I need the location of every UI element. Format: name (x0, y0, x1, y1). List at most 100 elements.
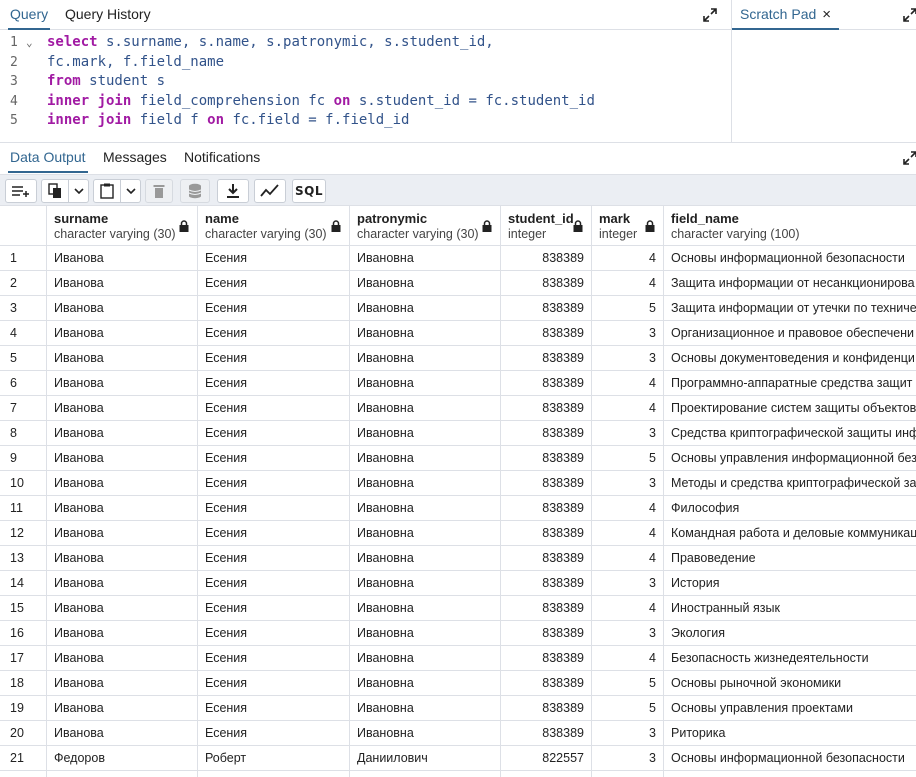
table-cell[interactable]: 838389 (501, 671, 592, 696)
table-row[interactable]: 11 Иванова Есения Ивановна 838389 4 Философия (0, 496, 916, 521)
table-cell[interactable]: Есения (198, 271, 350, 296)
table-row[interactable]: 19 Иванова Есения Ивановна 838389 5 Основы упр… (0, 696, 916, 721)
code-line[interactable]: 5 inner join field f on fc.field = f.fiel… (0, 111, 731, 131)
table-cell[interactable]: Иванова (47, 521, 198, 546)
table-cell[interactable]: 838389 (501, 496, 592, 521)
table-row[interactable]: 4 Иванова Есения Ивановна 838389 3 Организацио… (0, 321, 916, 346)
table-cell[interactable]: 838389 (501, 246, 592, 271)
tab-scratch-pad[interactable]: Scratch Pad × (732, 0, 840, 30)
row-number[interactable] (0, 771, 47, 777)
table-row[interactable]: 7 Иванова Есения Ивановна 838389 4 Проектирова… (0, 396, 916, 421)
table-cell[interactable]: Ивановна (350, 646, 501, 671)
table-row[interactable]: 5 Иванова Есения Ивановна 838389 3 Основы доку… (0, 346, 916, 371)
table-cell[interactable]: Ивановна (350, 346, 501, 371)
row-number[interactable]: 6 (0, 371, 47, 396)
table-cell[interactable]: Иванова (47, 671, 198, 696)
table-cell[interactable]: Иванова (47, 721, 198, 746)
table-row[interactable]: 3 Иванова Есения Ивановна 838389 5 Защита инфо… (0, 296, 916, 321)
table-cell[interactable]: Ивановна (350, 696, 501, 721)
table-cell[interactable]: 838389 (501, 621, 592, 646)
table-row[interactable]: 10 Иванова Есения Ивановна 838389 3 Методы и с… (0, 471, 916, 496)
graph-visualiser-button[interactable] (254, 179, 286, 203)
table-cell[interactable]: Ивановна (350, 446, 501, 471)
row-number[interactable]: 10 (0, 471, 47, 496)
table-cell[interactable]: Основы рыночной экономики (664, 671, 916, 696)
tab-query[interactable]: Query (8, 0, 51, 30)
table-cell[interactable]: 838389 (501, 446, 592, 471)
table-cell[interactable]: Ивановна (350, 321, 501, 346)
table-cell[interactable]: Федоров (47, 746, 198, 771)
table-cell[interactable]: Ивановна (350, 421, 501, 446)
table-row[interactable]: 12 Иванова Есения Ивановна 838389 4 Командная … (0, 521, 916, 546)
table-cell[interactable]: Есения (198, 646, 350, 671)
table-row[interactable]: 1 Иванова Есения Ивановна 838389 4 Основы инфо… (0, 246, 916, 271)
table-cell[interactable]: Защита информации от утечки по техниче (664, 296, 916, 321)
table-cell[interactable]: Есения (198, 346, 350, 371)
table-row[interactable]: 17 Иванова Есения Ивановна 838389 4 Безопаснос… (0, 646, 916, 671)
row-number[interactable]: 9 (0, 446, 47, 471)
table-cell[interactable]: Иванова (47, 421, 198, 446)
row-number[interactable]: 21 (0, 746, 47, 771)
table-cell[interactable]: 3 (592, 746, 664, 771)
table-cell[interactable] (664, 771, 916, 777)
column-header-patronymic[interactable]: patronymic character varying (30) (350, 206, 501, 246)
delete-button[interactable] (145, 179, 173, 203)
table-cell[interactable]: Ивановна (350, 596, 501, 621)
row-number[interactable]: 12 (0, 521, 47, 546)
table-cell[interactable]: Ивановна (350, 396, 501, 421)
table-row[interactable]: 20 Иванова Есения Ивановна 838389 3 Риторика (0, 721, 916, 746)
row-number[interactable]: 15 (0, 596, 47, 621)
table-cell[interactable]: 838389 (501, 421, 592, 446)
table-cell[interactable]: 838389 (501, 571, 592, 596)
column-header-student-id[interactable]: student_id integer (501, 206, 592, 246)
sql-button[interactable]: SQL (292, 179, 326, 203)
table-cell[interactable]: Иванова (47, 546, 198, 571)
row-number[interactable]: 18 (0, 671, 47, 696)
row-number[interactable]: 2 (0, 271, 47, 296)
tab-notifications[interactable]: Notifications (182, 143, 262, 173)
download-button[interactable] (217, 179, 249, 203)
table-cell[interactable]: Организационное и правовое обеспечени (664, 321, 916, 346)
table-row[interactable]: 15 Иванова Есения Ивановна 838389 4 Иностранны… (0, 596, 916, 621)
code-line[interactable]: 2 fc.mark, f.field_name (0, 53, 731, 73)
table-cell[interactable]: Иванова (47, 496, 198, 521)
row-number[interactable]: 14 (0, 571, 47, 596)
table-cell[interactable]: Иванова (47, 396, 198, 421)
copy-button[interactable] (41, 179, 69, 203)
table-cell[interactable]: Есения (198, 621, 350, 646)
paste-options-button[interactable] (121, 179, 141, 203)
table-row[interactable]: 13 Иванова Есения Ивановна 838389 4 Правоведен… (0, 546, 916, 571)
table-cell[interactable]: Ивановна (350, 521, 501, 546)
table-cell[interactable]: Ивановна (350, 496, 501, 521)
table-cell[interactable]: Есения (198, 446, 350, 471)
expand-icon[interactable] (903, 151, 916, 165)
table-cell[interactable]: 838389 (501, 546, 592, 571)
table-cell[interactable]: Ивановна (350, 296, 501, 321)
table-cell[interactable]: Ивановна (350, 546, 501, 571)
sql-editor[interactable]: 1 ⌄ select s.surname, s.name, s.patronymic… (0, 31, 731, 142)
table-cell[interactable]: Основы документоведения и конфиденци (664, 346, 916, 371)
table-cell[interactable]: 3 (592, 721, 664, 746)
expand-icon[interactable] (703, 8, 717, 22)
row-number[interactable]: 5 (0, 346, 47, 371)
table-row[interactable]: 18 Иванова Есения Ивановна 838389 5 Основы рын… (0, 671, 916, 696)
table-cell[interactable]: Иванова (47, 621, 198, 646)
row-number[interactable]: 1 (0, 246, 47, 271)
table-cell[interactable]: Экология (664, 621, 916, 646)
table-cell[interactable]: Программно-аппаратные средства защит (664, 371, 916, 396)
table-cell[interactable]: 4 (592, 546, 664, 571)
table-cell[interactable]: Основы управления информационной без (664, 446, 916, 471)
table-cell[interactable]: Есения (198, 296, 350, 321)
table-cell[interactable]: Есения (198, 571, 350, 596)
table-cell[interactable]: Проектирование систем защиты объектов (664, 396, 916, 421)
row-number[interactable]: 20 (0, 721, 47, 746)
table-cell[interactable]: 838389 (501, 596, 592, 621)
table-cell[interactable]: Методы и средства криптографической за (664, 471, 916, 496)
table-cell[interactable]: Ивановна (350, 471, 501, 496)
table-cell[interactable]: Философия (664, 496, 916, 521)
table-cell[interactable]: Ивановна (350, 371, 501, 396)
table-cell[interactable]: 4 (592, 596, 664, 621)
row-number[interactable]: 4 (0, 321, 47, 346)
table-cell[interactable]: Иванова (47, 596, 198, 621)
row-number[interactable]: 11 (0, 496, 47, 521)
